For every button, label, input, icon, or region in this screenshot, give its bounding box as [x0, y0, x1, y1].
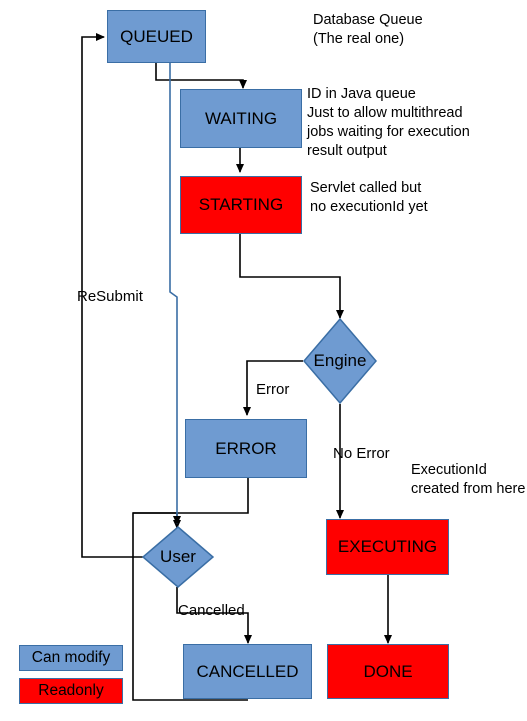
edge-starting-to-engine — [239, 234, 344, 319]
edge-queued-blue-to-user — [169, 63, 181, 525]
node-starting-label: STARTING — [198, 195, 284, 214]
note-java-queue: ID in Java queue Just to allow multithre… — [307, 86, 470, 159]
edge-label-cancelled: Cancelled — [178, 602, 245, 619]
node-error-label: ERROR — [215, 438, 277, 458]
node-waiting-label: WAITING — [204, 108, 278, 128]
legend-readonly-label: Readonly — [38, 682, 104, 699]
legend-readonly: Readonly — [19, 678, 123, 704]
legend-can-modify-label: Can modify — [31, 649, 111, 666]
node-done-label: DONE — [363, 661, 413, 681]
node-queued-label: QUEUED — [120, 26, 193, 46]
node-executing-label: EXECUTING — [337, 537, 438, 556]
node-queued[interactable]: QUEUED — [107, 10, 206, 63]
note-execution-id: ExecutionId created from here — [411, 462, 526, 497]
legend-can-modify: Can modify — [19, 645, 123, 671]
node-engine-label: Engine — [313, 351, 367, 370]
node-engine[interactable]: Engine — [303, 318, 377, 404]
note-servlet-called: Servlet called but no executionId yet — [310, 180, 428, 215]
edge-label-resubmit: ReSubmit — [77, 288, 143, 305]
node-user[interactable]: User — [142, 526, 214, 588]
flowchart-canvas: QUEUED WAITING STARTING Engine ERROR EXE… — [0, 0, 527, 721]
edge-label-error: Error — [256, 381, 290, 398]
note-database-queue: Database Queue (The real one) — [313, 12, 423, 47]
edge-label-no-error: No Error — [333, 445, 390, 462]
edge-queued-to-waiting — [155, 63, 247, 89]
node-waiting[interactable]: WAITING — [180, 89, 302, 148]
node-cancelled-label: CANCELLED — [196, 661, 299, 681]
node-error[interactable]: ERROR — [185, 419, 307, 478]
node-user-label: User — [160, 547, 196, 566]
node-executing[interactable]: EXECUTING — [326, 519, 449, 575]
node-starting[interactable]: STARTING — [180, 176, 302, 234]
node-done[interactable]: DONE — [327, 644, 449, 699]
node-cancelled[interactable]: CANCELLED — [183, 644, 312, 699]
